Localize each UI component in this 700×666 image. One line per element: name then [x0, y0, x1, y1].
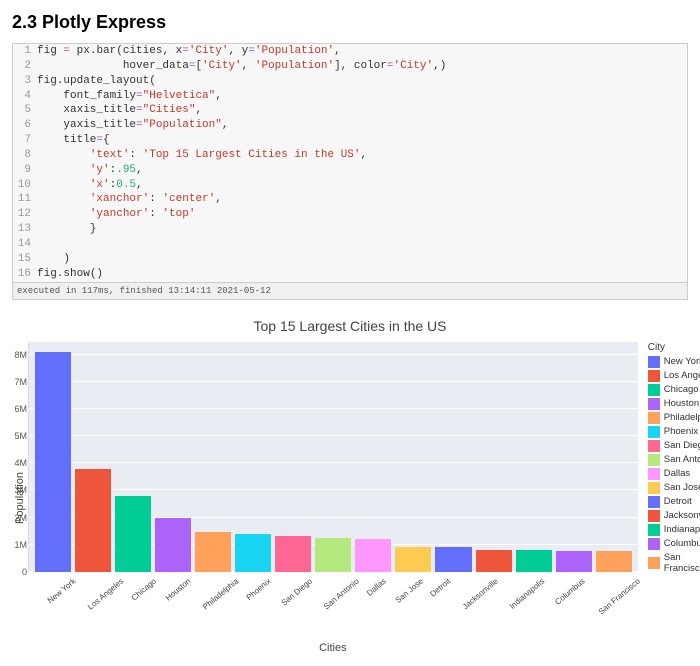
legend-item[interactable]: Columbus: [648, 537, 700, 551]
x-tick: Philadelphia: [197, 572, 256, 631]
y-tick: 0: [22, 567, 27, 577]
code-line: 8 'text': 'Top 15 Largest Cities in the …: [13, 148, 687, 163]
bar[interactable]: [195, 532, 231, 571]
legend-item[interactable]: San Jose: [648, 481, 700, 495]
y-tick: 4M: [14, 458, 27, 468]
bar[interactable]: [596, 551, 632, 572]
bar[interactable]: [235, 534, 271, 572]
legend-swatch: [648, 538, 660, 550]
legend-swatch: [648, 370, 660, 382]
legend-label: New York: [664, 356, 700, 367]
code-line: 7 title={: [13, 133, 687, 148]
y-tick: 8M: [14, 350, 27, 360]
bar[interactable]: [435, 547, 471, 571]
legend-swatch: [648, 468, 660, 480]
plot-area[interactable]: 01M2M3M4M5M6M7M8M: [28, 342, 638, 572]
y-tick: 5M: [14, 431, 27, 441]
legend-item[interactable]: Houston: [648, 397, 700, 411]
code-line: 14: [13, 237, 687, 252]
legend-item[interactable]: Dallas: [648, 467, 700, 481]
legend-label: Houston: [664, 398, 699, 409]
code-line: 3fig.update_layout(: [13, 74, 687, 89]
legend-swatch: [648, 440, 660, 452]
code-line: 15 ): [13, 252, 687, 267]
legend-label: Jacksonville: [664, 510, 700, 521]
code-line: 12 'yanchor': 'top': [13, 207, 687, 222]
code-line: 1fig = px.bar(cities, x='City', y='Popul…: [13, 44, 687, 59]
legend-label: Los Angeles: [664, 370, 700, 381]
section-heading: 2.3 Plotly Express: [12, 12, 688, 33]
legend-swatch: [648, 412, 660, 424]
bar[interactable]: [35, 352, 71, 571]
code-line: 5 xaxis_title="Cities",: [13, 103, 687, 118]
code-line: 6 yaxis_title="Population",: [13, 118, 687, 133]
bar[interactable]: [395, 547, 431, 571]
legend-item[interactable]: San Francisco: [648, 551, 700, 575]
legend-label: Detroit: [664, 496, 692, 507]
code-line: 16fig.show(): [13, 267, 687, 282]
chart-title: Top 15 Largest Cities in the US: [254, 318, 447, 334]
legend-item[interactable]: Phoenix: [648, 425, 700, 439]
legend-swatch: [648, 356, 660, 368]
legend-item[interactable]: Detroit: [648, 495, 700, 509]
legend-swatch: [648, 510, 660, 522]
legend-swatch: [648, 398, 660, 410]
legend-item[interactable]: San Antonio: [648, 453, 700, 467]
legend-label: San Antonio: [664, 454, 700, 465]
y-tick: 2M: [14, 513, 27, 523]
legend-swatch: [648, 482, 660, 494]
legend-label: San Diego: [664, 440, 700, 451]
legend-item[interactable]: Los Angeles: [648, 369, 700, 383]
legend-item[interactable]: Philadelphia: [648, 411, 700, 425]
legend-item[interactable]: Jacksonville: [648, 509, 700, 523]
code-line: 2 hover_data=['City', 'Population'], col…: [13, 59, 687, 74]
exec-status: executed in 117ms, finished 13:14:11 202…: [13, 282, 687, 299]
legend-swatch: [648, 384, 660, 396]
x-tick: Los Angeles: [82, 572, 141, 631]
y-tick: 1M: [14, 540, 27, 550]
legend-label: Phoenix: [664, 426, 698, 437]
bar[interactable]: [75, 469, 111, 572]
code-cell: 1fig = px.bar(cities, x='City', y='Popul…: [12, 43, 688, 300]
code-line: 4 font_family="Helvetica",: [13, 89, 687, 104]
legend-item[interactable]: Chicago: [648, 383, 700, 397]
code-line: 10 'x':0.5,: [13, 178, 687, 193]
y-tick: 6M: [14, 404, 27, 414]
legend-label: San Jose: [664, 482, 700, 493]
legend-item[interactable]: New York: [648, 355, 700, 369]
code-line: 9 'y':.95,: [13, 163, 687, 178]
x-tick: Columbus: [549, 572, 602, 626]
bar[interactable]: [516, 550, 552, 571]
bar[interactable]: [315, 538, 351, 572]
code-line: 11 'xanchor': 'center',: [13, 192, 687, 207]
legend-label: San Francisco: [664, 552, 700, 574]
chart: Top 15 Largest Cities in the US Populati…: [12, 318, 688, 654]
bar[interactable]: [355, 539, 391, 571]
x-axis-label: Cities: [28, 642, 638, 654]
legend-label: Indianapolis: [664, 524, 700, 535]
legend-swatch: [648, 426, 660, 438]
legend-item[interactable]: San Diego: [648, 439, 700, 453]
bar[interactable]: [115, 496, 151, 572]
y-tick: 3M: [14, 485, 27, 495]
bar[interactable]: [275, 536, 311, 571]
legend-label: Dallas: [664, 468, 690, 479]
legend-swatch: [648, 454, 660, 466]
legend-label: Columbus: [664, 538, 700, 549]
code-line: 13 }: [13, 222, 687, 237]
legend-item[interactable]: Indianapolis: [648, 523, 700, 537]
legend-label: Chicago: [664, 384, 699, 395]
y-tick: 7M: [14, 377, 27, 387]
bar[interactable]: [556, 551, 592, 572]
bar[interactable]: [155, 518, 191, 572]
legend-swatch: [648, 524, 660, 536]
legend-swatch: [648, 557, 660, 569]
legend-title: City: [648, 342, 700, 353]
legend-swatch: [648, 496, 660, 508]
legend-label: Philadelphia: [664, 412, 700, 423]
bar[interactable]: [476, 550, 512, 572]
